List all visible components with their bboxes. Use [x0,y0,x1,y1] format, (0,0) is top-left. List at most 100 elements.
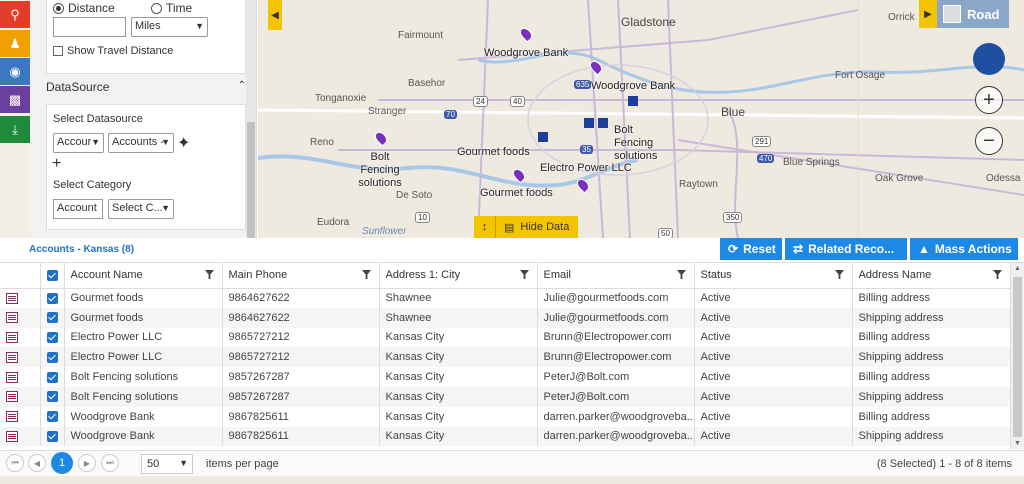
distance-input[interactable] [53,17,126,37]
mass-actions-label: Mass Actions [934,242,1012,256]
record-icon[interactable] [6,431,18,443]
globe-icon[interactable] [973,43,1005,75]
map-flag-icon[interactable] [538,132,548,142]
category-entity[interactable]: Account [53,199,103,219]
table-row[interactable]: Electro Power LLC 9865727212 Kansas City Br… [0,327,1011,348]
cell-status: Active [694,426,853,447]
filter-icon[interactable] [361,270,371,279]
row-checkbox[interactable] [40,307,65,328]
add-icon[interactable]: + [52,155,61,173]
row-icon-cell[interactable] [0,347,41,368]
map-flag-icon[interactable] [628,96,638,106]
table-row[interactable]: Bolt Fencing solutions 9857267287 Kansas C… [0,386,1011,407]
table-row[interactable]: Woodgrove Bank 9867825611 Kansas City darre… [0,406,1011,427]
column-header-account-name[interactable]: Account Name [64,263,223,289]
last-page-button[interactable]: ⏭ [101,454,119,472]
row-checkbox[interactable] [40,288,65,308]
cell-status: Active [694,288,853,308]
datasource-header[interactable]: DataSource ⌃ [46,80,246,94]
filter-icon[interactable] [676,270,686,279]
record-icon[interactable] [6,411,18,423]
zoom-in-button[interactable]: + [975,86,1003,114]
row-icon-cell[interactable] [0,307,41,328]
route-icon[interactable]: ⚲ [0,1,30,28]
collapse-panel-button[interactable]: ◀ [268,0,282,30]
zoom-out-button[interactable]: − [975,127,1003,155]
record-icon[interactable] [6,391,18,403]
download-icon[interactable]: ⤓ [0,116,30,143]
prev-page-button[interactable]: ◀ [28,454,46,472]
row-checkbox[interactable] [40,386,65,407]
plot-pins-icon[interactable]: ✦ [177,133,190,153]
row-checkbox[interactable] [40,327,65,348]
column-header-email[interactable]: Email [537,263,695,289]
row-checkbox[interactable] [40,406,65,427]
filter-icon[interactable] [834,270,844,279]
filter-icon[interactable] [204,270,214,279]
row-icon-cell[interactable] [0,327,41,348]
distance-radio[interactable]: Distance [53,1,115,15]
record-icon[interactable] [6,312,18,324]
road-layer-button[interactable]: Road [937,0,1009,28]
hide-data-button[interactable]: ↕ ▤ Hide Data [474,216,578,238]
row-checkbox[interactable] [40,367,65,387]
table-row[interactable]: Gourmet foods 9864627622 Shawnee Julie@gour… [0,307,1011,328]
page-size-select[interactable]: 50 ▼ [141,454,193,474]
table-header-row: Account Name Main Phone Address 1: City … [0,263,1011,289]
next-page-button[interactable]: ▶ [78,454,96,472]
entity-select[interactable]: Accour ▼ [53,133,104,153]
table-row[interactable]: Woodgrove Bank 9867825611 Kansas City darre… [0,426,1011,447]
record-icon[interactable] [6,292,18,304]
select-all-checkbox[interactable] [40,263,65,289]
panel-scrollbar[interactable] [246,0,256,238]
cell-account-name: Gourmet foods [64,288,223,308]
column-header-city[interactable]: Address 1: City [379,263,538,289]
checkbox-checked [46,371,58,383]
mass-actions-button[interactable]: ▲ Mass Actions [910,238,1018,260]
view-select[interactable]: Accounts - ▼ [108,133,174,153]
cell-address-name: Shipping address [852,307,1011,328]
first-page-button[interactable]: ⏮ [6,454,24,472]
related-records-button[interactable]: ⇄ Related Reco... [785,238,907,260]
current-page-button[interactable]: 1 [51,452,73,474]
people-icon[interactable]: ♟ [0,30,30,57]
table-row[interactable]: Bolt Fencing solutions 9857267287 Kansas C… [0,367,1011,387]
scrollbar-thumb[interactable] [247,122,255,238]
filter-icon[interactable] [519,270,529,279]
scroll-down-icon[interactable]: ▼ [1014,440,1021,447]
distance-card: Distance Time Miles ▼ Show Travel Distanc… [46,0,246,74]
record-icon[interactable] [6,371,18,383]
row-icon-cell[interactable] [0,426,41,447]
row-icon-cell[interactable] [0,406,41,427]
row-checkbox[interactable] [40,347,65,368]
table-row[interactable]: Electro Power LLC 9865727212 Kansas City Br… [0,347,1011,368]
territory-icon[interactable]: ◉ [0,58,30,85]
row-icon-cell[interactable] [0,288,41,308]
map-usa-icon[interactable]: ▩ [0,86,30,113]
record-icon[interactable] [6,351,18,363]
show-travel-distance-checkbox[interactable]: Show Travel Distance [53,45,173,57]
column-header-status[interactable]: Status [694,263,853,289]
map-label: Blue [721,105,746,119]
record-icon[interactable] [6,332,18,344]
column-header-address-name[interactable]: Address Name [852,263,1011,289]
row-icon-cell[interactable] [0,386,41,407]
map-view[interactable]: Fairmount Gladstone Orrick Basehor Tonga… [258,0,1024,238]
map-flag-icon[interactable] [584,118,594,128]
category-select[interactable]: Select C... ▼ [108,199,174,219]
map-flag-icon[interactable] [598,118,608,128]
scroll-up-icon[interactable]: ▲ [1014,265,1021,272]
unit-select[interactable]: Miles ▼ [131,17,208,37]
table-row[interactable]: Gourmet foods 9864627622 Shawnee Julie@gour… [0,288,1011,308]
cell-status: Active [694,367,853,387]
time-radio[interactable]: Time [151,1,192,15]
grid-scrollbar[interactable]: ▲ ▼ [1010,263,1024,449]
column-header-main-phone[interactable]: Main Phone [222,263,380,289]
scrollbar-thumb[interactable] [1013,277,1022,437]
layer-toggle-button[interactable]: ▶ [919,0,937,28]
filter-icon[interactable] [992,270,1002,279]
row-checkbox[interactable] [40,426,65,447]
radio-dot [151,2,162,14]
row-icon-cell[interactable] [0,367,41,387]
reset-button[interactable]: ⟳ Reset [720,238,782,260]
